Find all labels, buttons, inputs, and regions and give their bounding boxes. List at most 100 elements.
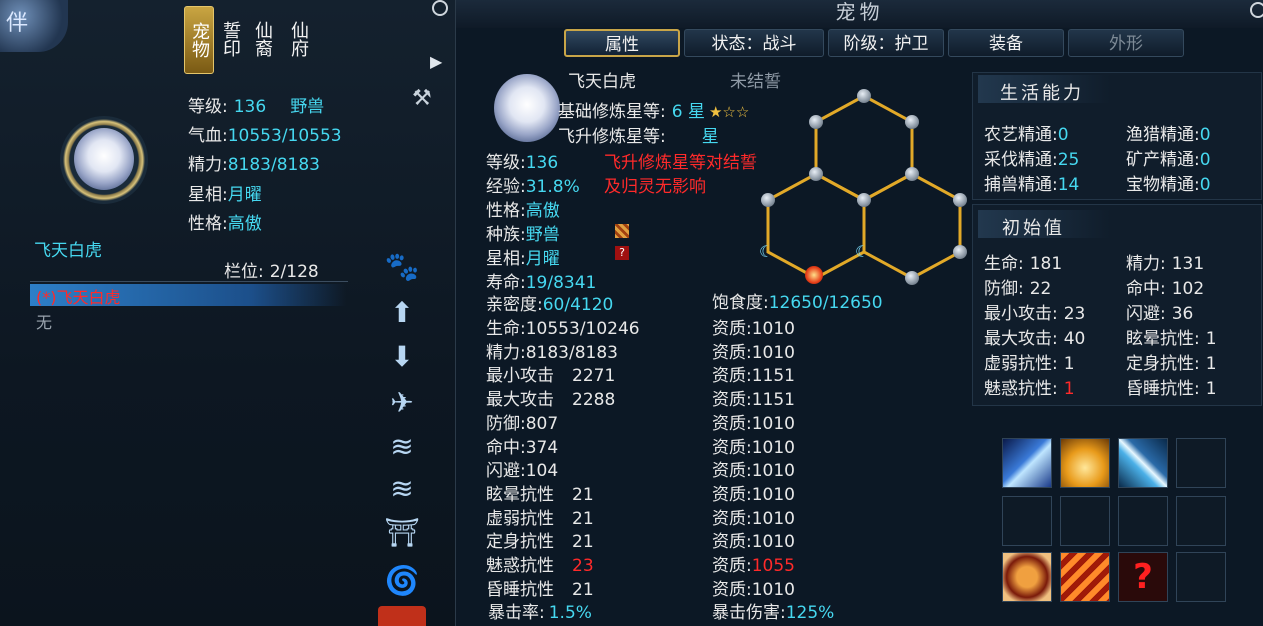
tab-attributes[interactable]: 属性 bbox=[564, 29, 680, 57]
stat-label: 定身抗性 bbox=[486, 532, 554, 553]
move-up-icon[interactable]: ⬆ bbox=[378, 292, 426, 332]
train-icon[interactable]: ≋ bbox=[378, 426, 426, 466]
aptitude-label: 资质: bbox=[712, 319, 752, 339]
star-rating-icon: ★☆☆ bbox=[708, 103, 750, 121]
tab-pet[interactable]: 宠物 bbox=[184, 6, 214, 74]
sun-node-icon[interactable] bbox=[805, 266, 823, 284]
initial-value-value: 102 bbox=[1171, 279, 1205, 299]
cultivation-node[interactable] bbox=[809, 167, 823, 181]
pagoda-icon[interactable]: ⛩ bbox=[378, 512, 426, 552]
tab-mansion[interactable]: 仙府 bbox=[284, 6, 312, 72]
basic-info-row: 经验:31.8% bbox=[486, 172, 580, 197]
skill-slot-empty[interactable] bbox=[1002, 496, 1052, 546]
initial-value-label: 眩晕抗性: bbox=[1126, 329, 1200, 349]
stat-label: 最大攻击 bbox=[486, 390, 554, 411]
move-down-icon[interactable]: ⬇ bbox=[378, 336, 426, 376]
stat-value: 21 bbox=[572, 484, 594, 505]
aptitude-row: 资质:1010 bbox=[712, 433, 795, 458]
tab-equipment[interactable]: 装备 bbox=[948, 29, 1064, 57]
skill-slot-empty[interactable] bbox=[1176, 438, 1226, 488]
tab-descendant[interactable]: 仙裔 bbox=[248, 6, 276, 72]
skill-slot-empty[interactable] bbox=[1176, 552, 1226, 602]
initial-value-label: 最大攻击: bbox=[984, 329, 1058, 349]
moon-node-icon[interactable]: ☾ bbox=[759, 242, 773, 261]
skill-slot-golden-aura-icon[interactable] bbox=[1060, 438, 1110, 488]
cultivation-node[interactable] bbox=[857, 89, 871, 103]
stat-row: 眩晕抗性 21 bbox=[486, 480, 594, 505]
cultivation-node[interactable] bbox=[953, 193, 967, 207]
cultivation-node[interactable] bbox=[905, 271, 919, 285]
initial-value-value: 1 bbox=[1063, 379, 1075, 399]
stat-row: 生命:10553/10246 bbox=[486, 314, 640, 339]
life-skill-row: 矿产精通:0 bbox=[1126, 145, 1211, 170]
stat-label: 最小攻击 bbox=[486, 366, 554, 387]
slot-counter: 栏位: 2/128 bbox=[224, 262, 319, 282]
skill-slot-empty[interactable] bbox=[1060, 496, 1110, 546]
aptitude-row: 资质:1151 bbox=[712, 361, 795, 386]
aptitude-label: 资质: bbox=[712, 579, 752, 600]
tab-appearance[interactable]: 外形 bbox=[1068, 29, 1184, 57]
close-icon[interactable] bbox=[432, 0, 448, 16]
close-icon[interactable] bbox=[1250, 2, 1263, 18]
initial-value-label: 最小攻击: bbox=[984, 304, 1058, 324]
basic-info-row: 性格:高傲 bbox=[486, 196, 560, 221]
basic-info-label: 经验: bbox=[486, 177, 526, 197]
initial-value-row: 生命: 181 bbox=[984, 249, 1062, 274]
initial-value-value: 1 bbox=[1205, 379, 1217, 399]
skill-slot-lightning-icon[interactable] bbox=[1118, 438, 1168, 488]
stat-label: 魅惑抗性 bbox=[486, 556, 554, 576]
cultivation-node[interactable] bbox=[761, 193, 775, 207]
life-skill-label: 采伐精通: bbox=[984, 150, 1058, 170]
release-icon[interactable]: ✈ bbox=[378, 382, 426, 422]
expand-arrow-icon[interactable]: ▶ bbox=[430, 52, 442, 71]
initial-value-label: 昏睡抗性: bbox=[1126, 379, 1200, 399]
stat-value: 374 bbox=[525, 437, 559, 458]
tools-icon[interactable]: ⚒ bbox=[412, 86, 432, 111]
cultivation-node[interactable] bbox=[809, 115, 823, 129]
basic-info-value: 136 bbox=[525, 153, 559, 173]
stat-row: 最小攻击 2271 bbox=[486, 361, 615, 386]
race-icon bbox=[615, 224, 629, 238]
basic-info-value: 月曜 bbox=[525, 249, 560, 269]
skill-slot-empty[interactable] bbox=[1118, 496, 1168, 546]
aptitude-row: 资质:1010 bbox=[712, 314, 795, 339]
tab-rank[interactable]: 阶级：护卫 bbox=[828, 29, 944, 57]
skill-slot-ice-strike-icon[interactable] bbox=[1002, 438, 1052, 488]
initial-value-value: 181 bbox=[1029, 254, 1063, 274]
pet-name: 飞天白虎 bbox=[34, 241, 102, 261]
aptitude-value: 1010 bbox=[751, 484, 795, 505]
pet-hp-row: 气血:10553/10553 bbox=[188, 126, 342, 146]
skill-slot-unknown-icon[interactable]: ? bbox=[1118, 552, 1168, 602]
initial-value-label: 闪避: bbox=[1126, 304, 1166, 324]
initial-value-row: 定身抗性: 1 bbox=[1126, 349, 1217, 374]
stat-label: 防御: bbox=[486, 413, 526, 434]
feed-icon[interactable]: 🐾 bbox=[378, 246, 426, 286]
combine-icon[interactable]: ≋ bbox=[378, 468, 426, 508]
moon-node-icon[interactable]: ☾ bbox=[855, 242, 869, 261]
tab-status[interactable]: 状态：战斗 bbox=[684, 29, 824, 57]
stat-row: 昏睡抗性 21 bbox=[486, 575, 594, 600]
cultivation-node[interactable] bbox=[905, 167, 919, 181]
cultivation-node[interactable] bbox=[905, 115, 919, 129]
initial-value-row: 最大攻击: 40 bbox=[984, 324, 1085, 349]
list-item[interactable]: 无 bbox=[36, 309, 52, 333]
initial-value-row: 最小攻击: 23 bbox=[984, 299, 1085, 324]
initial-value-label: 定身抗性: bbox=[1126, 354, 1200, 374]
basic-info-label: 亲密度: bbox=[486, 295, 543, 315]
life-skill-label: 渔猎精通: bbox=[1126, 125, 1200, 145]
stat-value: 21 bbox=[572, 532, 594, 553]
stat-value: 2288 bbox=[572, 390, 616, 411]
cultivation-node[interactable] bbox=[857, 193, 871, 207]
cultivation-node[interactable] bbox=[953, 245, 967, 259]
list-item-selected[interactable]: (*)飞天白虎 bbox=[30, 284, 346, 307]
life-skill-label: 捕兽精通: bbox=[984, 175, 1058, 195]
skill-slot-vortex-icon[interactable] bbox=[1002, 552, 1052, 602]
fire-icon[interactable] bbox=[378, 606, 426, 626]
aptitude-label: 资质: bbox=[712, 556, 752, 576]
tab-pledge-seal[interactable]: 誓印 bbox=[216, 6, 244, 72]
skill-slot-claw-icon[interactable] bbox=[1060, 552, 1110, 602]
basic-info-label: 性格: bbox=[486, 201, 526, 221]
skill-slot-empty[interactable] bbox=[1176, 496, 1226, 546]
basic-info-row: 亲密度:60/4120 bbox=[486, 290, 613, 315]
swirl-icon[interactable]: 🌀 bbox=[378, 560, 426, 600]
